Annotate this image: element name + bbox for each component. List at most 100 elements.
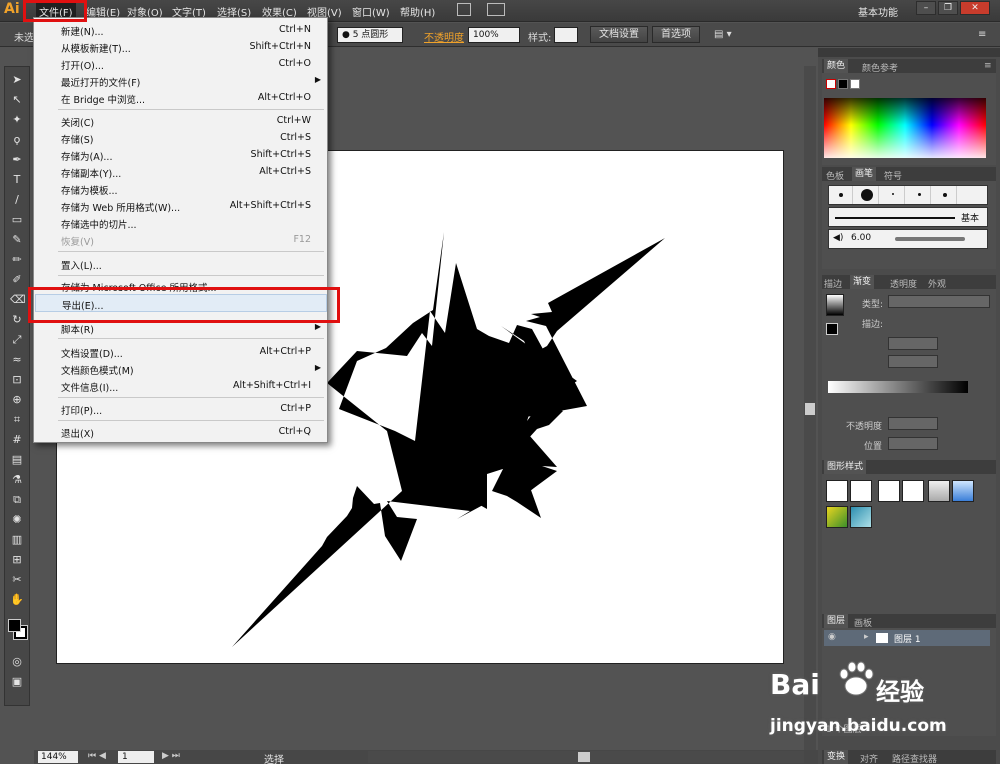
gradient-aspect-input[interactable] bbox=[888, 355, 938, 368]
bridge-icon[interactable] bbox=[457, 3, 471, 16]
menu-item-save-slices[interactable]: 存储选中的切片... bbox=[35, 214, 327, 231]
screen-mode-icon[interactable]: ▣ bbox=[10, 675, 24, 689]
menu-item-print[interactable]: 打印(P)... Ctrl+P bbox=[35, 400, 327, 417]
brush-cell[interactable] bbox=[907, 186, 931, 204]
artboard-tool-icon[interactable]: ⊞ bbox=[10, 553, 24, 567]
symbol-sprayer-tool-icon[interactable]: ✺ bbox=[10, 513, 24, 527]
panel-menu-icon[interactable]: ▤ ▾ bbox=[714, 29, 732, 40]
paintbrush-tool-icon[interactable]: ✎ bbox=[10, 233, 24, 247]
minimize-icon[interactable]: – bbox=[916, 1, 936, 15]
menu-item-file-info[interactable]: 文件信息(I)... Alt+Shift+Ctrl+I bbox=[35, 377, 327, 394]
direct-selection-tool-icon[interactable]: ↖ bbox=[10, 93, 24, 107]
menu-item-document-color-mode[interactable]: 文档颜色模式(M) ▶ bbox=[35, 360, 327, 377]
next-artboard-icon[interactable]: ▶ ⏭ bbox=[162, 751, 180, 761]
opacity-label[interactable]: 不透明度 bbox=[424, 29, 464, 44]
artboard-number-input[interactable]: 1 bbox=[118, 751, 154, 763]
brush-basic-row[interactable]: 基本 bbox=[828, 207, 988, 227]
brush-cell[interactable] bbox=[933, 186, 957, 204]
gradient-fill-swatch[interactable] bbox=[826, 323, 838, 335]
drawing-modes-icon[interactable]: ◎ bbox=[10, 655, 24, 669]
gradient-slider[interactable] bbox=[828, 381, 968, 393]
eyedropper-tool-icon[interactable]: ⚗ bbox=[10, 473, 24, 487]
brush-presets-row[interactable] bbox=[828, 185, 988, 205]
gradient-location-input[interactable] bbox=[888, 437, 938, 450]
scale-tool-icon[interactable]: ⤢ bbox=[10, 333, 24, 347]
graphic-style-swatch[interactable] bbox=[902, 480, 924, 502]
restore-icon[interactable]: ❐ bbox=[938, 1, 958, 15]
tab-gradient[interactable]: 渐变 bbox=[850, 275, 875, 289]
tab-layers[interactable]: 图层 bbox=[824, 614, 849, 628]
slice-tool-icon[interactable]: ✂ bbox=[10, 573, 24, 587]
panel-menu-icon[interactable]: ≡ bbox=[984, 61, 992, 71]
tab-align[interactable]: 对齐 bbox=[860, 752, 878, 764]
tab-transform[interactable]: 变换 bbox=[824, 750, 849, 764]
selection-tool-icon[interactable]: ➤ bbox=[10, 73, 24, 87]
expand-layer-icon[interactable]: ▸ bbox=[864, 632, 869, 642]
vertical-scroll-thumb[interactable] bbox=[805, 403, 815, 415]
rotate-tool-icon[interactable]: ↻ bbox=[10, 313, 24, 327]
visibility-icon[interactable]: ◉ bbox=[828, 632, 836, 642]
gradient-angle-input[interactable] bbox=[888, 337, 938, 350]
menu-item-save-as-template[interactable]: 存储为模板... bbox=[35, 180, 327, 197]
none-color-swatch[interactable] bbox=[826, 79, 836, 89]
menu-window[interactable]: 窗口(W) bbox=[352, 4, 390, 19]
color-spectrum[interactable] bbox=[824, 98, 986, 158]
menu-help[interactable]: 帮助(H) bbox=[400, 4, 435, 19]
horizontal-scroll-thumb[interactable] bbox=[578, 752, 590, 762]
gradient-tool-icon[interactable]: ▤ bbox=[10, 453, 24, 467]
black-color-swatch[interactable] bbox=[838, 79, 848, 89]
perspective-grid-tool-icon[interactable]: ⌗ bbox=[10, 413, 24, 427]
graphic-style-swatch[interactable] bbox=[850, 506, 872, 528]
gradient-type-select[interactable] bbox=[888, 295, 990, 308]
graphic-style-swatch[interactable] bbox=[850, 480, 872, 502]
graphic-style-swatch[interactable] bbox=[952, 480, 974, 502]
document-setup-button[interactable]: 文档设置 bbox=[590, 26, 648, 43]
brush-cell[interactable] bbox=[829, 186, 853, 204]
line-tool-icon[interactable]: / bbox=[10, 193, 24, 207]
brush-cell[interactable] bbox=[881, 186, 905, 204]
preferences-button[interactable]: 首选项 bbox=[652, 26, 700, 43]
first-artboard-icon[interactable]: ⏮ ◀ bbox=[88, 751, 106, 761]
menu-item-exit[interactable]: 退出(X) Ctrl+Q bbox=[35, 423, 327, 440]
menu-item-save-copy[interactable]: 存储副本(Y)... Alt+Ctrl+S bbox=[35, 163, 327, 180]
workspace-switcher[interactable]: 基本功能 bbox=[858, 4, 898, 19]
pencil-tool-icon[interactable]: ✏ bbox=[10, 253, 24, 267]
gradient-preview[interactable] bbox=[826, 294, 844, 316]
close-icon[interactable]: ✕ bbox=[960, 1, 990, 15]
brush-calligraphic-row[interactable]: ◀) 6.00 bbox=[828, 229, 988, 249]
graphic-style-swatch[interactable] bbox=[928, 480, 950, 502]
blend-tool-icon[interactable]: ⧉ bbox=[10, 493, 24, 507]
menu-item-place[interactable]: 置入(L)... bbox=[35, 255, 327, 272]
eraser-tool-icon[interactable]: ⌫ bbox=[10, 293, 26, 307]
tab-graphic-styles[interactable]: 图形样式 bbox=[824, 460, 867, 474]
warp-tool-icon[interactable]: ≈ bbox=[10, 353, 24, 367]
opacity-input[interactable]: 100% bbox=[468, 27, 520, 43]
menu-item-close[interactable]: 关闭(C) Ctrl+W bbox=[35, 112, 327, 129]
shape-builder-tool-icon[interactable]: ⊕ bbox=[10, 393, 24, 407]
menu-item-open[interactable]: 打开(O)... Ctrl+O bbox=[35, 55, 327, 72]
magic-wand-tool-icon[interactable]: ✦ bbox=[10, 113, 24, 127]
menu-item-save-for-web[interactable]: 存储为 Web 所用格式(W)... Alt+Shift+Ctrl+S bbox=[35, 197, 327, 214]
pen-tool-icon[interactable]: ✒ bbox=[10, 153, 24, 167]
gradient-opacity-input[interactable] bbox=[888, 417, 938, 430]
fill-color-swatch[interactable] bbox=[8, 619, 21, 632]
zoom-level-select[interactable]: 144% bbox=[38, 751, 78, 763]
graphic-style-swatch[interactable] bbox=[826, 506, 848, 528]
arrange-documents-icon[interactable] bbox=[487, 3, 505, 16]
horizontal-scrollbar[interactable] bbox=[368, 751, 804, 763]
zoom-tool-icon[interactable] bbox=[10, 591, 24, 605]
tab-color[interactable]: 颜色 bbox=[824, 59, 849, 73]
menu-item-browse-bridge[interactable]: 在 Bridge 中浏览... Alt+Ctrl+O bbox=[35, 89, 327, 106]
layer-name[interactable]: 图层 1 bbox=[894, 632, 921, 645]
stroke-profile-select[interactable]: ● 5 点圆形 bbox=[337, 27, 403, 43]
style-swatch[interactable] bbox=[554, 27, 578, 43]
control-bar-menu-icon[interactable]: ≡ bbox=[978, 29, 986, 40]
rectangle-tool-icon[interactable]: ▭ bbox=[10, 213, 24, 227]
graph-tool-icon[interactable]: ▥ bbox=[10, 533, 24, 547]
free-transform-tool-icon[interactable]: ⊡ bbox=[10, 373, 24, 387]
menu-item-new[interactable]: 新建(N)... Ctrl+N bbox=[35, 21, 327, 38]
graphic-style-swatch[interactable] bbox=[826, 480, 848, 502]
lasso-tool-icon[interactable]: ϙ bbox=[10, 133, 24, 147]
graphic-style-swatch[interactable] bbox=[878, 480, 900, 502]
menu-item-new-from-template[interactable]: 从模板新建(T)... Shift+Ctrl+N bbox=[35, 38, 327, 55]
